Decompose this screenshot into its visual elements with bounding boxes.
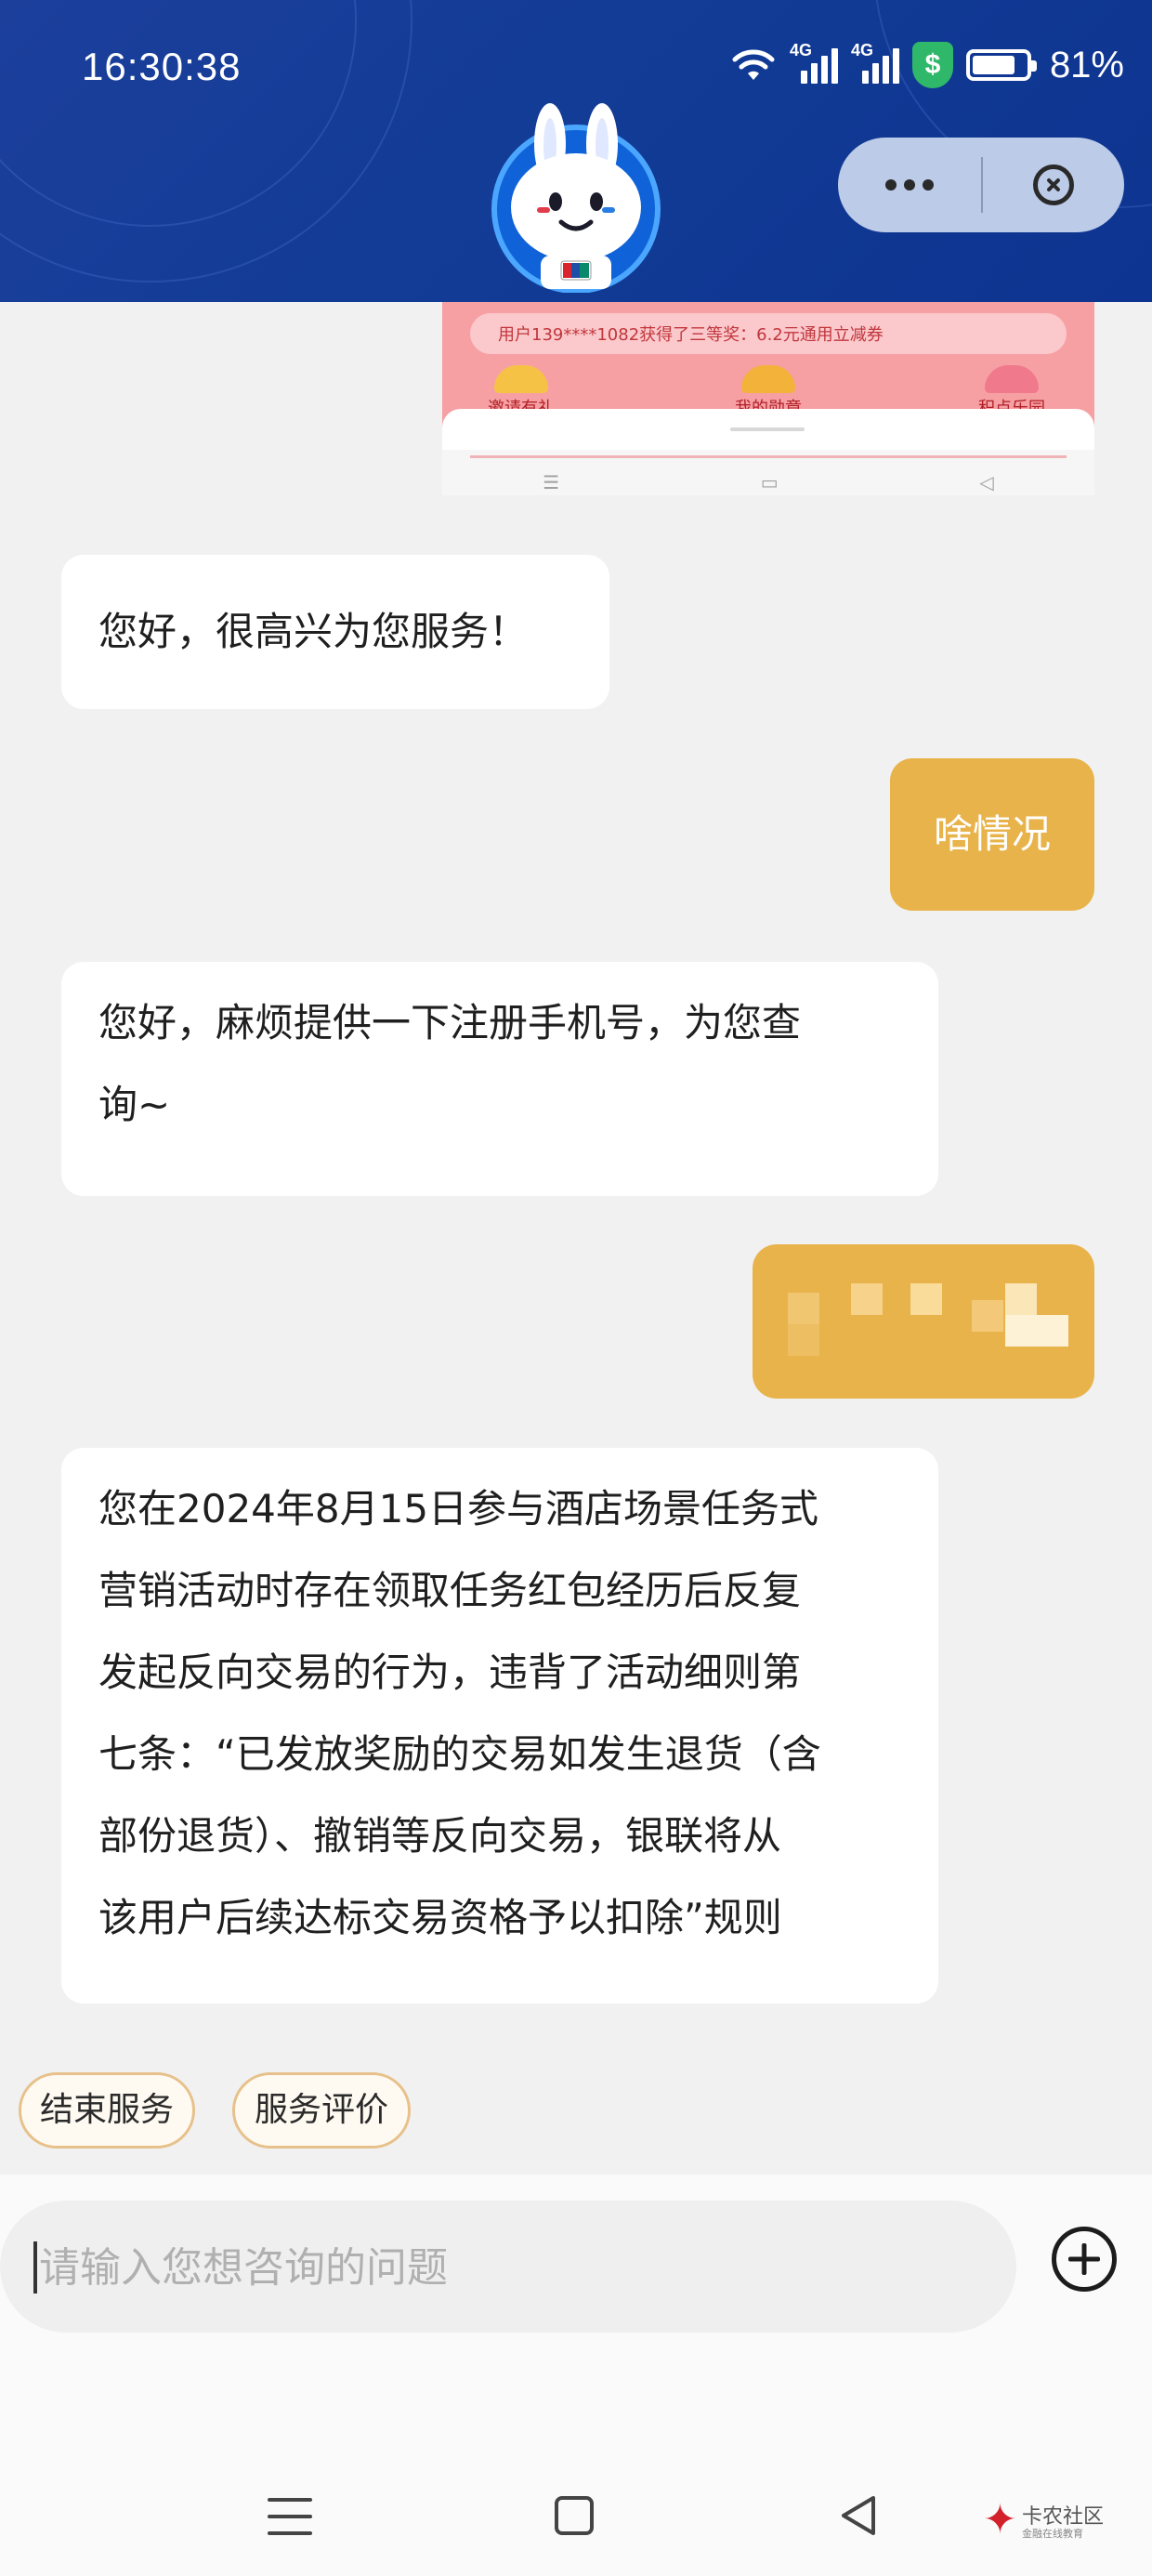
medal-icon xyxy=(741,365,795,393)
wifi-icon xyxy=(732,49,775,80)
redaction-pixel xyxy=(1005,1315,1068,1347)
watermark-logo: ✦ 卡农社区 金融在线教育 xyxy=(983,2500,1122,2544)
message-text: 您好，很高兴为您服务！ xyxy=(98,609,529,654)
end-service-button[interactable]: 结束服务 xyxy=(19,2072,195,2149)
app-header: 16:30:38 4G 4G $ 81% xyxy=(0,0,1152,302)
more-dots-icon[interactable] xyxy=(838,138,981,232)
signal-icon: 4G xyxy=(851,41,899,84)
security-shield-icon: $ xyxy=(911,42,953,88)
gift-icon xyxy=(494,365,548,393)
question-input[interactable] xyxy=(37,2228,970,2307)
battery-fill xyxy=(972,56,1015,74)
home-icon: ▭ xyxy=(760,471,779,493)
screenshot-nav: ☰ ▭ ◁ xyxy=(442,469,1094,495)
watermark-subtitle: 金融在线教育 xyxy=(1022,2528,1083,2540)
message-line: 您好，麻烦提供一下注册手机号，为您查 xyxy=(98,1000,802,1045)
signal-icon: 4G xyxy=(790,41,838,84)
message-line: 七条：“已发放奖励的交易如发生退货（含 xyxy=(98,1731,821,1777)
redaction-pixel xyxy=(788,1293,819,1324)
message-line: 营销活动时存在领取任务红包经历后反复 xyxy=(98,1568,802,1613)
close-circle-icon xyxy=(1033,164,1074,205)
user-message-redacted xyxy=(753,1244,1094,1399)
message-line: 发起反向交易的行为，违背了活动细则第 xyxy=(98,1649,802,1695)
redaction-pixel xyxy=(972,1300,1003,1332)
rabbit-mascot-avatar xyxy=(491,103,661,293)
message-text: 啥情况 xyxy=(933,811,1051,857)
system-navigation-bar: ✦ 卡农社区 金融在线教育 xyxy=(0,2453,1152,2565)
shared-screenshot-image[interactable]: 用户139****1082获得了三等奖：6.2元通用立减券 邀请有礼 我的勋章 … xyxy=(442,302,1094,495)
close-button[interactable] xyxy=(983,138,1124,232)
agent-message: 您在2024年8月15日参与酒店场景任务式 营销活动时存在领取任务红包经历后反复… xyxy=(61,1448,938,2004)
mini-program-capsule xyxy=(838,138,1124,232)
back-icon[interactable] xyxy=(838,2494,879,2537)
screenshot-card xyxy=(442,409,1094,450)
battery-icon xyxy=(965,49,1037,81)
points-park-icon xyxy=(985,365,1039,393)
rate-service-button[interactable]: 服务评价 xyxy=(232,2072,411,2149)
redaction-pixel xyxy=(1005,1283,1037,1315)
message-line: 询~ xyxy=(98,1082,171,1127)
screenshot-divider xyxy=(470,455,1067,458)
redaction-pixel xyxy=(851,1283,883,1315)
question-input-box[interactable] xyxy=(0,2201,1016,2333)
user-message: 啥情况 xyxy=(890,758,1094,911)
home-icon[interactable] xyxy=(555,2496,594,2535)
screenshot-handle xyxy=(730,427,805,431)
status-icons: 4G 4G $ 81% xyxy=(730,37,1124,93)
screenshot-ticker: 用户139****1082获得了三等奖：6.2元通用立减券 xyxy=(470,313,1067,354)
redaction-pixel xyxy=(910,1283,942,1315)
message-line: 该用户后续达标交易资格予以扣除”规则 xyxy=(98,1895,782,1940)
network-type-label: 4G xyxy=(850,41,873,59)
network-type-label: 4G xyxy=(789,41,812,59)
recent-apps-icon[interactable] xyxy=(268,2498,312,2535)
message-line: 您在2024年8月15日参与酒店场景任务式 xyxy=(98,1486,819,1531)
back-icon: ◁ xyxy=(979,471,994,493)
watermark-star-icon: ✦ xyxy=(983,2496,1017,2543)
menu-icon: ☰ xyxy=(543,471,560,493)
message-line: 部份退货）、撤销等反向交易，银联将从 xyxy=(98,1813,782,1859)
agent-message: 您好，麻烦提供一下注册手机号，为您查 询~ xyxy=(61,962,938,1196)
redaction-pixel xyxy=(788,1324,819,1356)
battery-percent: 81% xyxy=(1049,44,1124,85)
agent-message: 您好，很高兴为您服务！ xyxy=(61,555,609,709)
add-attachment-button[interactable] xyxy=(1052,2227,1117,2292)
status-time: 16:30:38 xyxy=(82,45,242,88)
